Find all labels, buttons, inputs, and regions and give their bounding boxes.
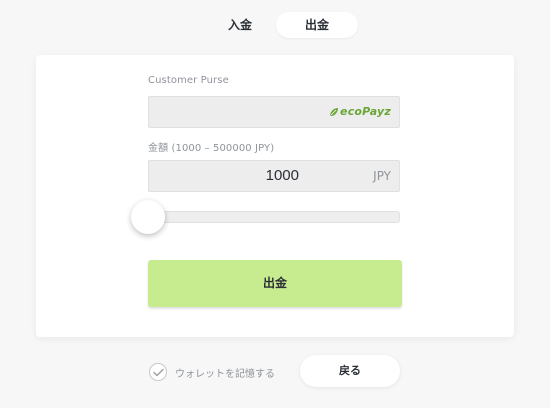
ecopayz-logo: ecoPayz: [329, 105, 391, 119]
amount-input[interactable]: 1000 JPY: [148, 160, 400, 192]
check-icon: [152, 368, 164, 376]
currency-label: JPY: [373, 169, 391, 183]
tab-deposit[interactable]: 入金: [210, 12, 270, 38]
customer-purse-label: Customer Purse: [148, 75, 229, 86]
leaf-icon: [330, 108, 339, 116]
ecopayz-wordmark: ecoPayz: [340, 105, 391, 118]
withdraw-button[interactable]: 出金: [148, 260, 402, 307]
slider-track[interactable]: [148, 211, 400, 223]
withdrawal-card: Customer Purse ecoPayz 金額 (1000 – 500000…: [36, 55, 514, 337]
remember-wallet-label: ウォレットを記憶する: [175, 368, 275, 380]
customer-purse-field[interactable]: ecoPayz: [148, 96, 400, 128]
transaction-tabs: 入金 出金: [0, 12, 550, 40]
amount-value: 1000: [265, 167, 299, 184]
amount-label: 金額 (1000 – 500000 JPY): [148, 143, 275, 154]
slider-handle[interactable]: [131, 200, 165, 234]
remember-wallet-checkbox[interactable]: ウォレットを記憶する: [149, 362, 275, 382]
back-button[interactable]: 戻る: [300, 355, 400, 387]
amount-slider[interactable]: [131, 200, 400, 234]
checkbox-circle[interactable]: [149, 363, 167, 381]
tab-withdraw[interactable]: 出金: [276, 12, 358, 38]
withdrawal-page: 入金 出金 Customer Purse ecoPayz 金額 (1000 – …: [0, 0, 550, 408]
